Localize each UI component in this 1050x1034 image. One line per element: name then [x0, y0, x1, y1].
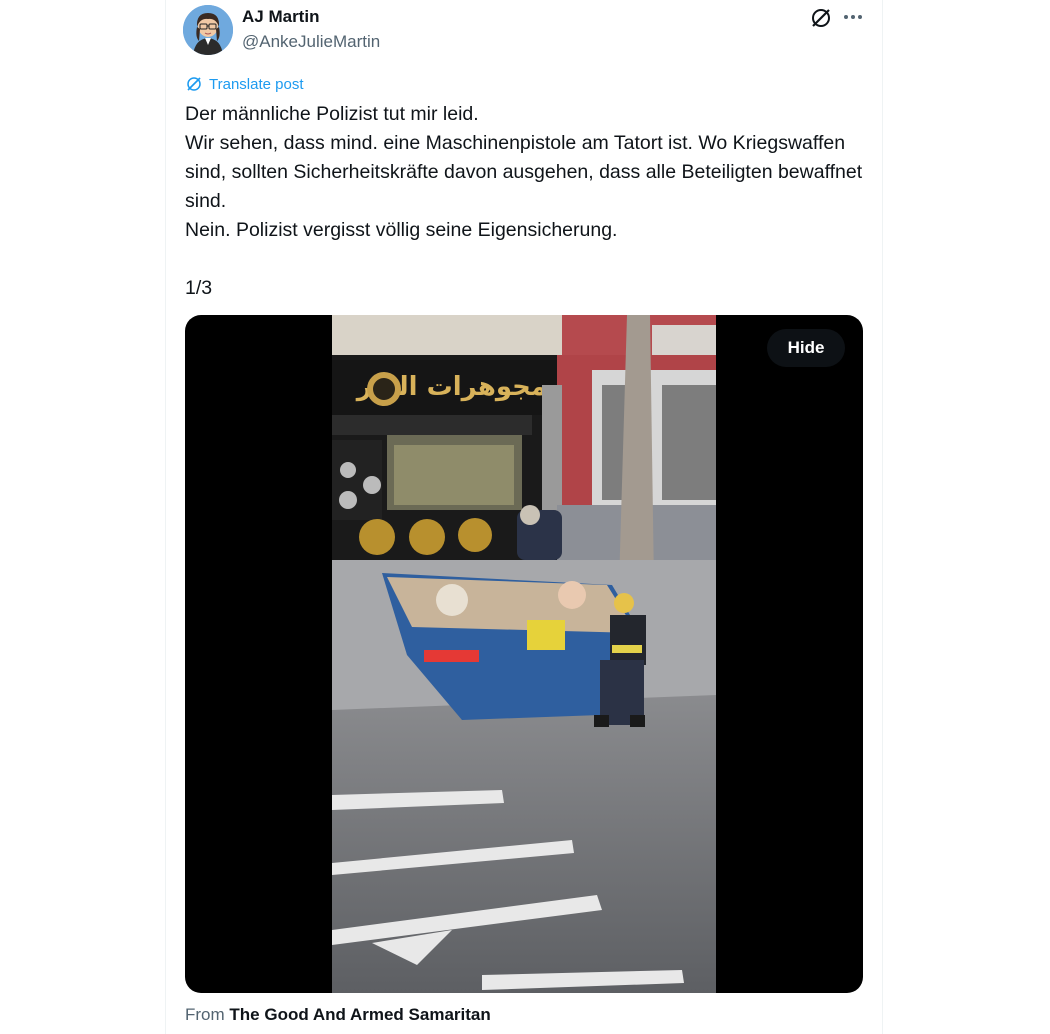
media-source: From The Good And Armed Samaritan — [185, 1005, 491, 1025]
translate-icon — [187, 77, 201, 91]
more-button[interactable] — [842, 6, 864, 28]
translate-post-link[interactable]: Translate post — [185, 75, 304, 93]
author-avatar[interactable] — [183, 5, 233, 55]
video-player[interactable]: مجوهرات الزير — [185, 315, 863, 993]
grok-button[interactable] — [809, 6, 833, 30]
video-frame: مجوهرات الزير — [332, 315, 716, 993]
video-still-image: مجوهرات الزير — [332, 315, 716, 993]
avatar-image — [183, 5, 233, 55]
source-prefix: From — [185, 1005, 225, 1024]
author-handle[interactable]: @AnkeJulieMartin — [242, 32, 380, 52]
hide-media-button[interactable]: Hide — [767, 329, 845, 367]
more-dots-icon — [844, 15, 862, 19]
translate-post-label: Translate post — [209, 75, 304, 93]
source-account-link[interactable]: The Good And Armed Samaritan — [229, 1005, 490, 1024]
post-text: Der männliche Polizist tut mir leid. Wir… — [185, 103, 863, 299]
grok-icon — [812, 9, 830, 27]
author-name[interactable]: AJ Martin — [242, 7, 319, 27]
